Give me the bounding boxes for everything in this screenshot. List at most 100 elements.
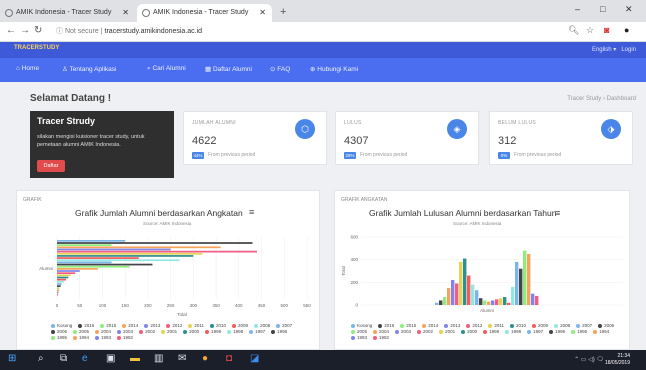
bar xyxy=(57,242,253,244)
axis-title: Alumni xyxy=(480,308,494,313)
stat-card-belum-lulus: BELUM LULUS 312 0% From previous period … xyxy=(489,111,633,165)
reload-icon[interactable]: ↻ xyxy=(34,25,42,36)
legend-label: 1999 xyxy=(489,329,500,334)
legend-item[interactable]: 1999 xyxy=(483,329,499,335)
legend-item[interactable]: 1995 xyxy=(51,335,67,341)
legend-swatch xyxy=(122,323,127,328)
nav-hubungi-kami[interactable]: ⊕ Hubungi Kami xyxy=(310,65,358,73)
maximize-button[interactable]: □ xyxy=(600,4,605,14)
new-tab-button[interactable]: + xyxy=(280,6,286,18)
explorer-icon[interactable]: ▬ xyxy=(130,353,140,364)
task-view-icon[interactable]: ⧉ xyxy=(60,353,67,364)
legend-label: 2002 xyxy=(145,329,156,334)
legend-label: 1994 xyxy=(599,329,610,334)
nav-tentang-aplikasi[interactable]: ♙ Tentang Aplikasi xyxy=(62,65,117,73)
chrome-icon[interactable]: ● xyxy=(202,353,208,364)
legend-item[interactable]: 1992 xyxy=(117,335,133,341)
legend-item[interactable]: 1992 xyxy=(373,335,389,341)
chart-menu-icon[interactable]: ≡ xyxy=(555,208,560,218)
legend-swatch xyxy=(488,323,493,328)
legend-swatch xyxy=(483,329,488,334)
mail-icon[interactable]: ✉ xyxy=(178,353,186,364)
legend-label: 2010 xyxy=(516,323,527,328)
windows-start-icon[interactable]: ⊞ xyxy=(8,353,16,364)
legend-swatch xyxy=(51,329,55,334)
bar xyxy=(495,299,499,305)
close-tab-icon[interactable]: ✕ xyxy=(259,4,266,22)
legend-item[interactable]: 2003 xyxy=(395,329,411,335)
stat-badge: 0% xyxy=(498,152,510,159)
stat-card-jumlah-alumni: JUMLAH ALUMNI 4622 44% From previous per… xyxy=(183,111,327,165)
legend-label: 2005 xyxy=(357,329,368,334)
login-link[interactable]: Login xyxy=(621,47,636,53)
app-icon[interactable]: ◘ xyxy=(226,353,232,364)
app-icon[interactable]: ▥ xyxy=(154,353,163,364)
nav-faq[interactable]: ⊙ FAQ xyxy=(270,65,290,73)
stat-sub: From previous period xyxy=(208,152,256,158)
legend-item[interactable]: 2001 xyxy=(439,329,455,335)
legend-item[interactable]: 1996 xyxy=(549,329,565,335)
bar xyxy=(57,289,60,292)
site-header: TRACERSTUDY English ▾ Login xyxy=(0,42,646,58)
legend-label: 2000 xyxy=(189,329,200,334)
tick-label: 400 xyxy=(350,257,358,262)
legend-swatch xyxy=(554,323,559,328)
app-icon[interactable]: ◪ xyxy=(250,353,259,364)
legend-swatch xyxy=(276,323,281,328)
legend-item[interactable]: 1997 xyxy=(249,329,265,335)
legend-item[interactable]: 2001 xyxy=(161,329,177,335)
nav-home[interactable]: ⌂ Home xyxy=(16,65,39,72)
axis-title: Total xyxy=(177,312,187,317)
url-field[interactable]: ⓘ Not secure | tracerstudy.amikindonesia… xyxy=(56,25,202,39)
header-links: English ▾ Login xyxy=(591,47,636,53)
forward-icon[interactable]: → xyxy=(20,25,30,36)
legend-swatch xyxy=(351,323,355,328)
legend-item[interactable]: 1997 xyxy=(527,329,543,335)
close-window-button[interactable]: ✕ xyxy=(625,4,633,15)
site-logo[interactable]: TRACERSTUDY xyxy=(14,45,59,51)
nav-cari-alumni[interactable]: ⌕ Cari Alumni xyxy=(147,65,186,73)
legend-item[interactable]: 1998 xyxy=(227,329,243,335)
nav-daftar-alumni[interactable]: ▦ Daftar Alumni xyxy=(205,65,252,73)
bar xyxy=(57,283,62,285)
legend-label: 1995 xyxy=(57,335,68,340)
legend-item[interactable]: 1993 xyxy=(95,335,111,341)
browser-tab[interactable]: AMIK Indonesia - Tracer Study ✕ xyxy=(0,4,135,22)
bar xyxy=(57,263,153,266)
legend-label: 1993 xyxy=(357,335,368,340)
edge-icon[interactable]: e xyxy=(82,353,88,364)
legend-item[interactable]: 2002 xyxy=(417,329,433,335)
profile-icon[interactable]: ● xyxy=(624,25,629,35)
search-icon[interactable]: ⌕ xyxy=(38,353,44,364)
zoom-icon[interactable]: 🔍︎ xyxy=(568,25,579,36)
legend-item[interactable]: 1999 xyxy=(205,329,221,335)
chart-menu-icon[interactable]: ≡ xyxy=(249,207,254,217)
legend-item[interactable]: 1993 xyxy=(351,335,367,341)
legend-label: 2002 xyxy=(423,329,434,334)
store-icon[interactable]: ▣ xyxy=(106,353,115,364)
legend-item[interactable]: 2000 xyxy=(183,329,199,335)
language-link[interactable]: English xyxy=(592,47,612,53)
register-button[interactable]: Daftar xyxy=(37,160,65,172)
close-tab-icon[interactable]: ✕ xyxy=(122,4,129,22)
legend-item[interactable]: 1995 xyxy=(571,329,587,335)
extension-icon[interactable]: ◙ xyxy=(604,25,609,35)
bar xyxy=(57,255,194,257)
legend-item[interactable]: 1994 xyxy=(593,329,609,335)
browser-tab-active[interactable]: AMIK Indonesia - Tracer Study ✕ xyxy=(137,4,272,22)
system-tray[interactable]: ⌃ ▭ ◁) 🗨︎ xyxy=(574,356,604,363)
back-icon[interactable]: ← xyxy=(6,25,16,36)
legend-label: 1997 xyxy=(533,329,544,334)
bar xyxy=(507,302,511,305)
legend-item[interactable]: 1998 xyxy=(505,329,521,335)
legend-item[interactable]: 2000 xyxy=(461,329,477,335)
legend-label: 2013 xyxy=(150,323,161,328)
legend-item[interactable]: 2002 xyxy=(139,329,155,335)
legend-item[interactable]: 1994 xyxy=(73,335,89,341)
legend-swatch xyxy=(227,329,232,334)
star-icon[interactable]: ☆ xyxy=(586,25,594,36)
minimize-button[interactable]: – xyxy=(575,4,580,14)
bar xyxy=(467,275,471,305)
legend-item[interactable]: 1996 xyxy=(271,329,287,335)
legend-label: 1998 xyxy=(511,329,522,334)
